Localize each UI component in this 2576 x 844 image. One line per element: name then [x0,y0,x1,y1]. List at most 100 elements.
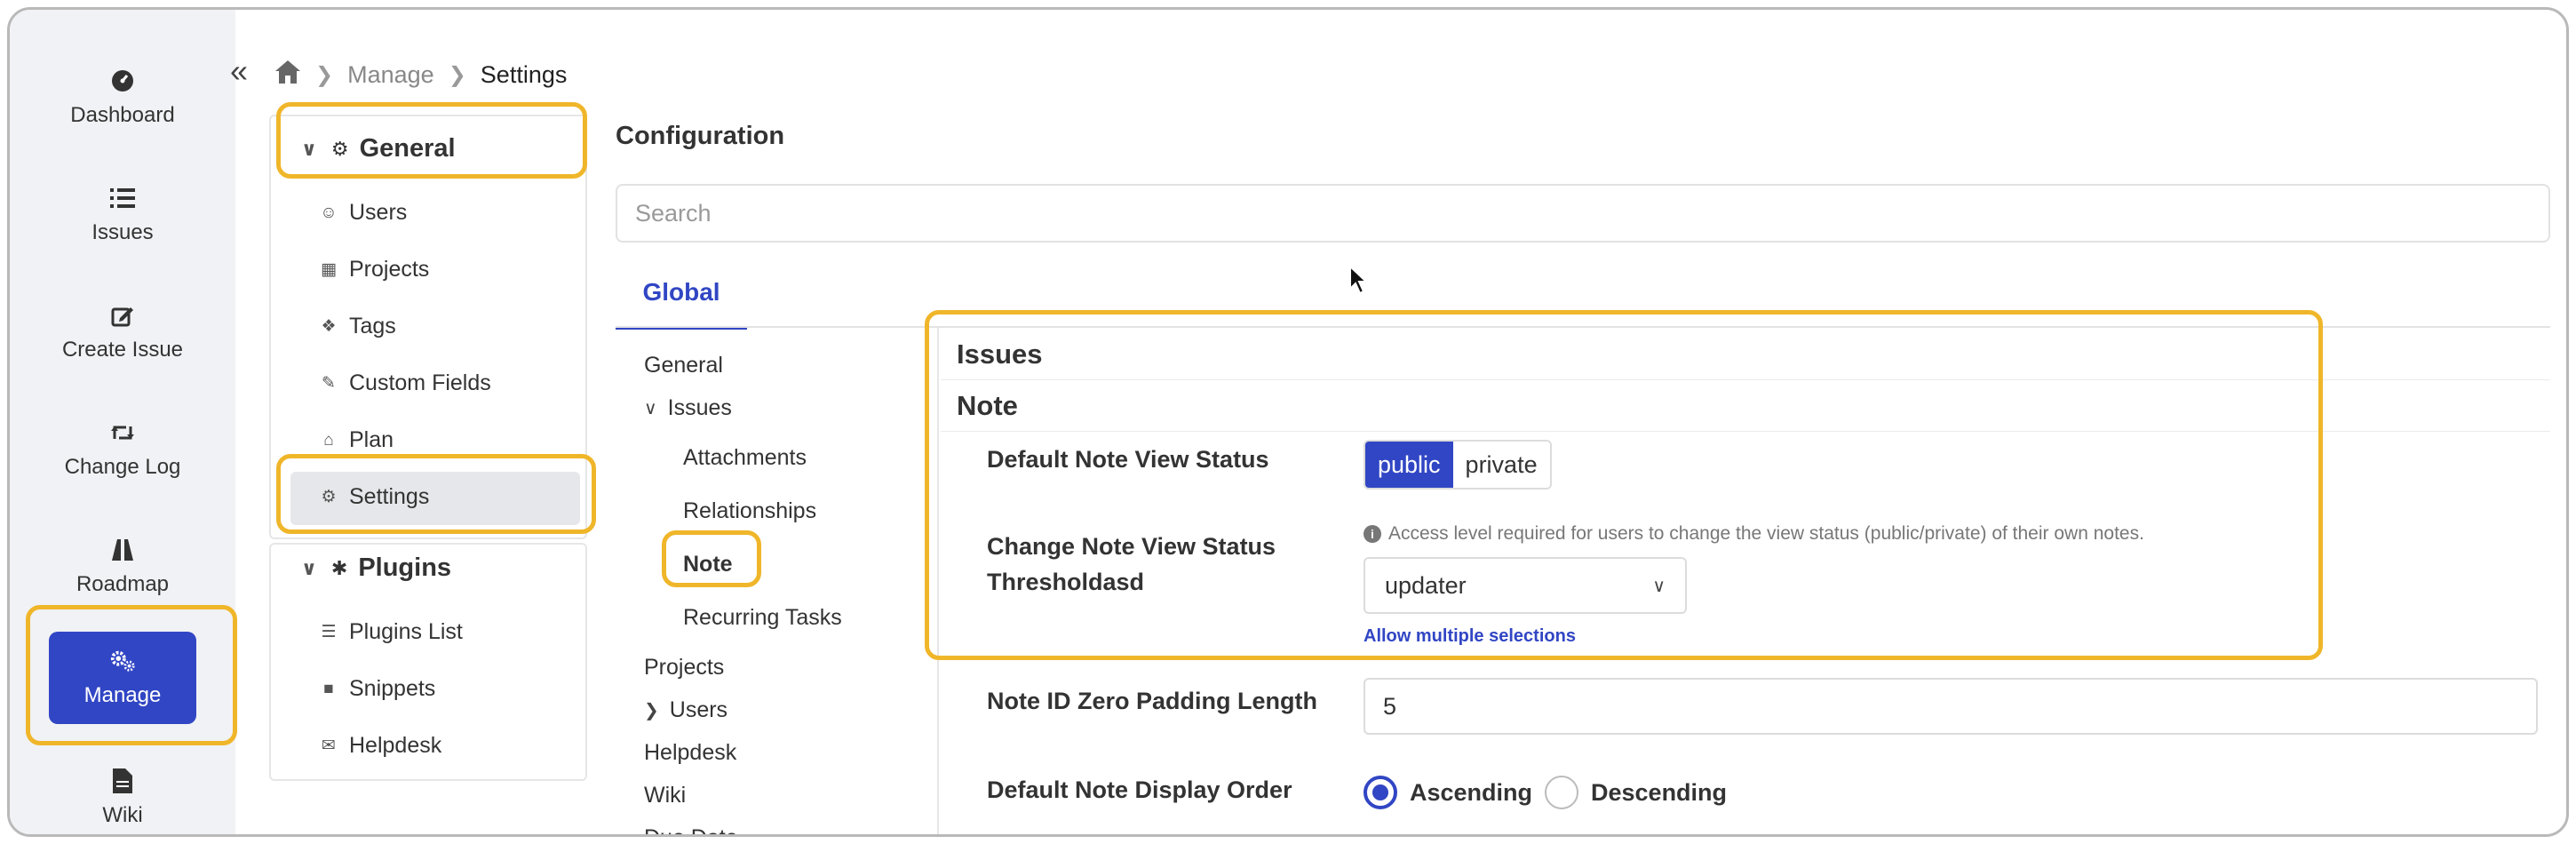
dashboard-icon [109,68,136,94]
threshold-help-text: Access level required for users to chang… [1388,523,2144,544]
mouse-cursor-icon [1349,264,1371,300]
default-view-status-label: Default Note View Status [987,446,1269,473]
table-icon: ▦ [321,260,337,279]
rail-item-label: Manage [83,683,162,707]
section-title-issues: Issues [957,338,1043,370]
radio-descending[interactable]: Descending [1545,776,1727,809]
view-status-toggle: public private [1364,440,1552,490]
collapse-sidebar-icon[interactable]: « [221,55,257,90]
tree-item-label: Helpdesk [644,740,737,765]
comment-icon: ■ [323,679,334,698]
radio-label: Descending [1591,778,1728,806]
nav-item-tags[interactable]: ❖ Tags [317,314,395,339]
radio-ascending[interactable]: Ascending [1364,776,1532,809]
tree-item-label: Note [683,552,733,577]
rail-item-label: Issues [91,220,154,244]
nav-group-plugins[interactable]: ∨ ✱ Plugins [301,553,451,583]
rail-item-change-log[interactable]: Change Log [10,401,235,498]
rail-item-wiki[interactable]: Wiki [10,749,235,834]
breadcrumb-current: Settings [480,61,568,88]
chevron-down-icon: ∨ [301,556,317,579]
section-divider [941,379,2550,380]
display-order-label: Default Note Display Order [987,776,1292,803]
pencil-icon: ✎ [322,374,336,393]
padding-length-input[interactable]: 5 [1364,678,2538,735]
radio-button[interactable] [1545,776,1578,809]
nav-item-label: Projects [349,257,430,282]
rail-item-issues[interactable]: Issues [10,166,235,264]
nav-item-users[interactable]: ☺ Users [317,200,407,226]
retweet-icon [109,419,136,446]
nav-group-label: General [359,134,456,163]
tree-item-label: Issues [667,395,732,420]
tree-item-recurring-tasks[interactable]: Recurring Tasks [683,605,842,631]
tree-item-label: Recurring Tasks [683,605,842,630]
tree-item-helpdesk[interactable]: Helpdesk [644,740,736,766]
tree-item-attachments[interactable]: Attachments [683,445,807,471]
nav-item-plugins-list[interactable]: ☰ Plugins List [317,619,463,645]
nav-item-label: Custom Fields [349,370,491,395]
allow-multiple-link[interactable]: Allow multiple selections [1364,626,1576,647]
nav-item-settings[interactable]: ⚙ Settings [317,484,429,510]
tree-item-label: Due Date [644,825,738,834]
rail-item-dashboard[interactable]: Dashboard [10,49,235,147]
gear-icon: ⚙ [330,137,349,160]
nav-item-label: Helpdesk [349,733,442,758]
home-icon[interactable] [274,60,301,91]
section-divider [941,431,2550,432]
chevron-down-icon: ∨ [644,399,657,418]
tab-global[interactable]: Global [616,259,747,330]
breadcrumb-manage[interactable]: Manage [347,61,434,89]
nav-item-label: Users [349,200,408,225]
tree-item-issues[interactable]: ∨ Issues [644,395,732,421]
nav-item-plan[interactable]: ⌂ Plan [317,427,394,453]
nav-item-projects[interactable]: ▦ Projects [317,257,429,283]
tree-item-wiki[interactable]: Wiki [644,783,686,808]
padding-length-label: Note ID Zero Padding Length [987,688,1317,714]
inbox-icon: ✉ [322,737,336,755]
tree-item-label: Wiki [644,783,687,808]
cogs-icon [109,648,136,674]
breadcrumb: ❯ Manage ❯ Settings [274,60,567,91]
chevron-down-icon: ∨ [1652,576,1666,596]
rail-item-label: Wiki [102,803,143,827]
tree-item-label: Projects [644,655,725,680]
list-icon: ☰ [321,623,337,641]
threshold-label: Change Note View Status Thresholdasd [987,533,1276,595]
nav-group-general[interactable]: ∨ ⚙ General [301,134,456,163]
tree-item-users[interactable]: ❯ Users [644,697,727,723]
rail-item-manage[interactable]: Manage [49,632,196,724]
radio-button[interactable] [1364,776,1397,809]
nav-item-label: Snippets [349,676,436,701]
nav-item-custom-fields[interactable]: ✎ Custom Fields [317,370,491,396]
tree-item-relationships[interactable]: Relationships [683,498,816,524]
tree-item-label: Attachments [683,445,807,470]
threshold-help: i Access level required for users to cha… [1364,523,2144,545]
padding-length-value: 5 [1383,692,1397,720]
tab-divider [616,326,2550,328]
nav-item-label: Plugins List [349,619,463,644]
chevron-right-icon: ❯ [315,63,334,87]
private-option[interactable]: private [1452,442,1550,488]
tree-item-note[interactable]: Note [683,552,733,577]
tree-item-projects[interactable]: Projects [644,655,724,681]
rail-item-roadmap[interactable]: Roadmap [10,518,235,616]
road-icon [109,537,136,563]
app-window: Dashboard Issues Create Issue Change Log… [7,7,2569,837]
rail-item-label: Dashboard [70,103,175,127]
info-icon: i [1364,525,1381,543]
public-option[interactable]: public [1365,442,1453,488]
tree-item-due-date[interactable]: Due Date [644,825,738,834]
chevron-down-icon: ∨ [301,137,317,160]
tree-item-general[interactable]: General [644,353,723,378]
bank-icon: ⌂ [323,430,334,450]
tree-item-label: General [644,353,723,378]
nav-item-label: Plan [349,427,394,452]
search-input[interactable] [616,184,2550,243]
users-icon: ☺ [320,203,338,222]
threshold-select[interactable]: updater ∨ [1364,557,1687,614]
rail-item-create-issue[interactable]: Create Issue [10,283,235,381]
nav-item-helpdesk[interactable]: ✉ Helpdesk [317,733,441,759]
page-title: Configuration [616,122,785,150]
nav-item-snippets[interactable]: ■ Snippets [317,676,435,702]
